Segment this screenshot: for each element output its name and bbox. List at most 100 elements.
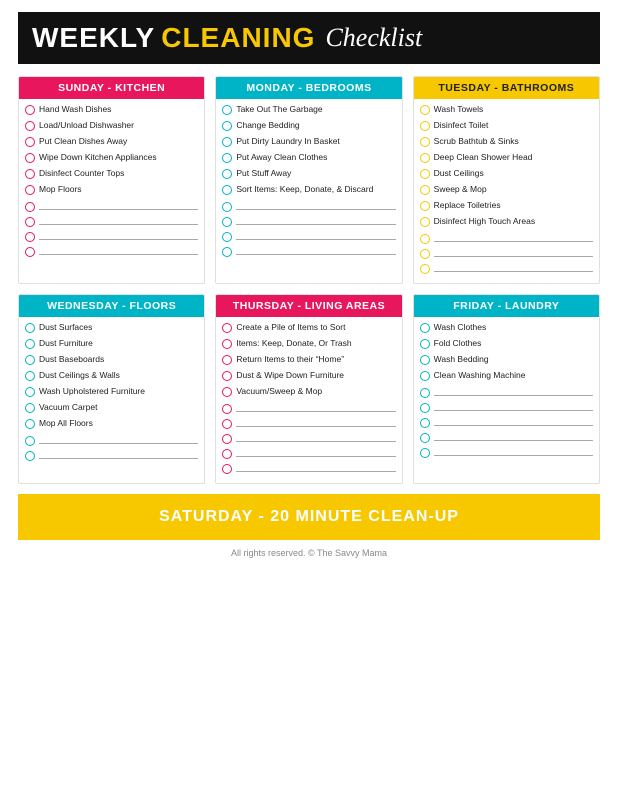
blank-checkbox-circle[interactable] (222, 434, 232, 444)
checkbox-circle[interactable] (25, 355, 35, 365)
checkbox-circle[interactable] (25, 169, 35, 179)
blank-checkbox-circle[interactable] (25, 217, 35, 227)
checkbox-circle[interactable] (420, 137, 430, 147)
blank-checkbox-circle[interactable] (25, 247, 35, 257)
top-row: SUNDAY - KITCHENHand Wash DishesLoad/Unl… (18, 76, 600, 284)
checklist-item-text: Vacuum/Sweep & Mop (236, 386, 322, 397)
blank-line-bar (39, 209, 198, 210)
checklist-item-text: Dust Furniture (39, 338, 93, 349)
checkbox-circle[interactable] (222, 169, 232, 179)
checkbox-circle[interactable] (25, 371, 35, 381)
blank-checkbox-circle[interactable] (420, 448, 430, 458)
blank-checkbox-circle[interactable] (222, 449, 232, 459)
checkbox-circle[interactable] (420, 201, 430, 211)
checkbox-circle[interactable] (420, 121, 430, 131)
checkbox-circle[interactable] (222, 339, 232, 349)
checkbox-circle[interactable] (222, 371, 232, 381)
blank-checkbox-circle[interactable] (25, 232, 35, 242)
checkbox-circle[interactable] (222, 387, 232, 397)
list-item: Hand Wash Dishes (25, 104, 198, 118)
checkbox-circle[interactable] (420, 339, 430, 349)
section-body-wednesday: Dust Surfaces Dust Furniture Dust Baseboar… (19, 317, 204, 470)
blank-checkbox-circle[interactable] (222, 247, 232, 257)
checklist-item-text: Dust Baseboards (39, 354, 104, 365)
blank-checkbox-circle[interactable] (420, 264, 430, 274)
blank-checkbox-circle[interactable] (222, 464, 232, 474)
checkbox-circle[interactable] (420, 153, 430, 163)
blank-checkbox-circle[interactable] (420, 249, 430, 259)
blank-line (222, 245, 395, 258)
checkbox-circle[interactable] (222, 323, 232, 333)
list-item: Put Away Clean Clothes (222, 152, 395, 166)
list-item: Dust Ceilings (420, 168, 593, 182)
checkbox-circle[interactable] (222, 153, 232, 163)
checkbox-circle[interactable] (420, 323, 430, 333)
list-item: Fold Clothes (420, 338, 593, 352)
blank-line (420, 262, 593, 275)
section-monday: MONDAY - BEDROOMSTake Out The GarbageCha… (215, 76, 402, 284)
blank-checkbox-circle[interactable] (420, 418, 430, 428)
checklist-item-text: Fold Clothes (434, 338, 482, 349)
blank-checkbox-circle[interactable] (222, 202, 232, 212)
checkbox-circle[interactable] (222, 105, 232, 115)
section-sunday: SUNDAY - KITCHENHand Wash DishesLoad/Unl… (18, 76, 205, 284)
list-item: Disinfect Toilet (420, 120, 593, 134)
footer: All rights reserved. © The Savvy Mama (18, 548, 600, 558)
list-item: Dust & Wipe Down Furniture (222, 370, 395, 384)
blank-line-bar (236, 441, 395, 442)
blank-line (25, 245, 198, 258)
blank-checkbox-circle[interactable] (25, 451, 35, 461)
checkbox-circle[interactable] (25, 419, 35, 429)
blank-line (25, 215, 198, 228)
blank-line-bar (236, 456, 395, 457)
checkbox-circle[interactable] (222, 185, 232, 195)
list-item: Dust Surfaces (25, 322, 198, 336)
checklist-item-text: Take Out The Garbage (236, 104, 322, 115)
checkbox-circle[interactable] (420, 105, 430, 115)
checkbox-circle[interactable] (25, 403, 35, 413)
checkbox-circle[interactable] (420, 169, 430, 179)
list-item: Vacuum Carpet (25, 402, 198, 416)
checkbox-circle[interactable] (25, 323, 35, 333)
checkbox-circle[interactable] (25, 153, 35, 163)
checklist-item-text: Return Items to their “Home” (236, 354, 344, 365)
blank-checkbox-circle[interactable] (420, 388, 430, 398)
section-body-sunday: Hand Wash DishesLoad/Unload DishwasherPu… (19, 99, 204, 266)
checklist-item-text: Change Bedding (236, 120, 299, 131)
blank-line-bar (39, 254, 198, 255)
checkbox-circle[interactable] (25, 105, 35, 115)
blank-checkbox-circle[interactable] (222, 232, 232, 242)
blank-checkbox-circle[interactable] (420, 403, 430, 413)
section-body-tuesday: Wash TowelsDisinfect ToiletScrub Bathtub… (414, 99, 599, 283)
checklist-item-text: Dust & Wipe Down Furniture (236, 370, 344, 381)
blank-checkbox-circle[interactable] (222, 217, 232, 227)
list-item: Create a Pile of Items to Sort (222, 322, 395, 336)
blank-checkbox-circle[interactable] (25, 202, 35, 212)
checklist-item-text: Disinfect High Touch Areas (434, 216, 535, 227)
checkbox-circle[interactable] (420, 185, 430, 195)
blank-checkbox-circle[interactable] (25, 436, 35, 446)
blank-line (420, 386, 593, 399)
blank-checkbox-circle[interactable] (420, 234, 430, 244)
checkbox-circle[interactable] (222, 121, 232, 131)
checkbox-circle[interactable] (420, 217, 430, 227)
blank-line (222, 402, 395, 415)
checkbox-circle[interactable] (222, 137, 232, 147)
blank-checkbox-circle[interactable] (222, 404, 232, 414)
list-item: Items: Keep, Donate, Or Trash (222, 338, 395, 352)
blank-line (222, 200, 395, 213)
checkbox-circle[interactable] (25, 185, 35, 195)
checkbox-circle[interactable] (25, 387, 35, 397)
checkbox-circle[interactable] (420, 371, 430, 381)
checkbox-circle[interactable] (420, 355, 430, 365)
blank-checkbox-circle[interactable] (420, 433, 430, 443)
checkbox-circle[interactable] (25, 121, 35, 131)
list-item: Wipe Down Kitchen Appliances (25, 152, 198, 166)
blank-line-bar (236, 411, 395, 412)
blank-checkbox-circle[interactable] (222, 419, 232, 429)
checkbox-circle[interactable] (25, 339, 35, 349)
checkbox-circle[interactable] (25, 137, 35, 147)
checkbox-circle[interactable] (222, 355, 232, 365)
list-item: Vacuum/Sweep & Mop (222, 386, 395, 400)
header-checklist: Checklist (325, 23, 422, 53)
